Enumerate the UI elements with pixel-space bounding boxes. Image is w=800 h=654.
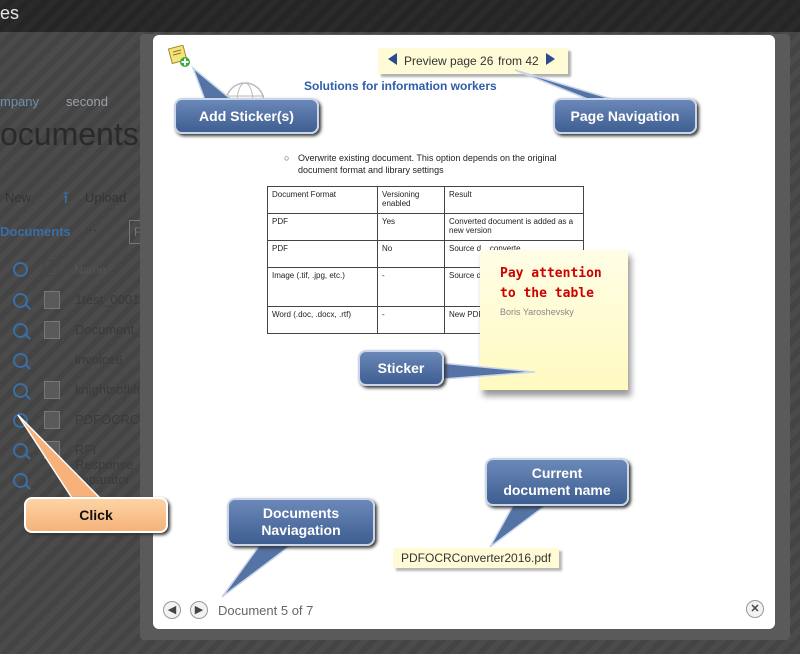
sticker-callout-label: Sticker <box>377 360 425 376</box>
close-button[interactable]: ✕ <box>746 600 764 618</box>
current-document-callout: Current document name <box>485 458 629 506</box>
click-callout-label: Click <box>79 507 113 523</box>
page-navigation-callout-label: Page Navigation <box>570 108 680 124</box>
click-callout: Click <box>24 497 168 533</box>
documents-navigation-callout-line2: Naviagation <box>261 522 341 538</box>
sticker-callout: Sticker <box>358 350 444 386</box>
current-document-callout-line2: document name <box>503 482 611 498</box>
add-sticker-callout-label: Add Sticker(s) <box>199 108 294 124</box>
add-sticker-callout: Add Sticker(s) <box>174 98 319 134</box>
current-document-callout-line1: Current <box>531 465 583 481</box>
document-counter: Document 5 of 7 <box>218 603 314 618</box>
documents-navigation-callout-line1: Documents <box>262 505 340 521</box>
current-document-name: PDFOCRConverter2016.pdf <box>393 548 560 568</box>
page-navigation-callout: Page Navigation <box>553 98 697 134</box>
next-document-button[interactable]: ▶ <box>190 601 208 619</box>
previous-document-button[interactable]: ◀ <box>163 601 181 619</box>
documents-navigation-callout: Documents Naviagation <box>227 498 375 546</box>
